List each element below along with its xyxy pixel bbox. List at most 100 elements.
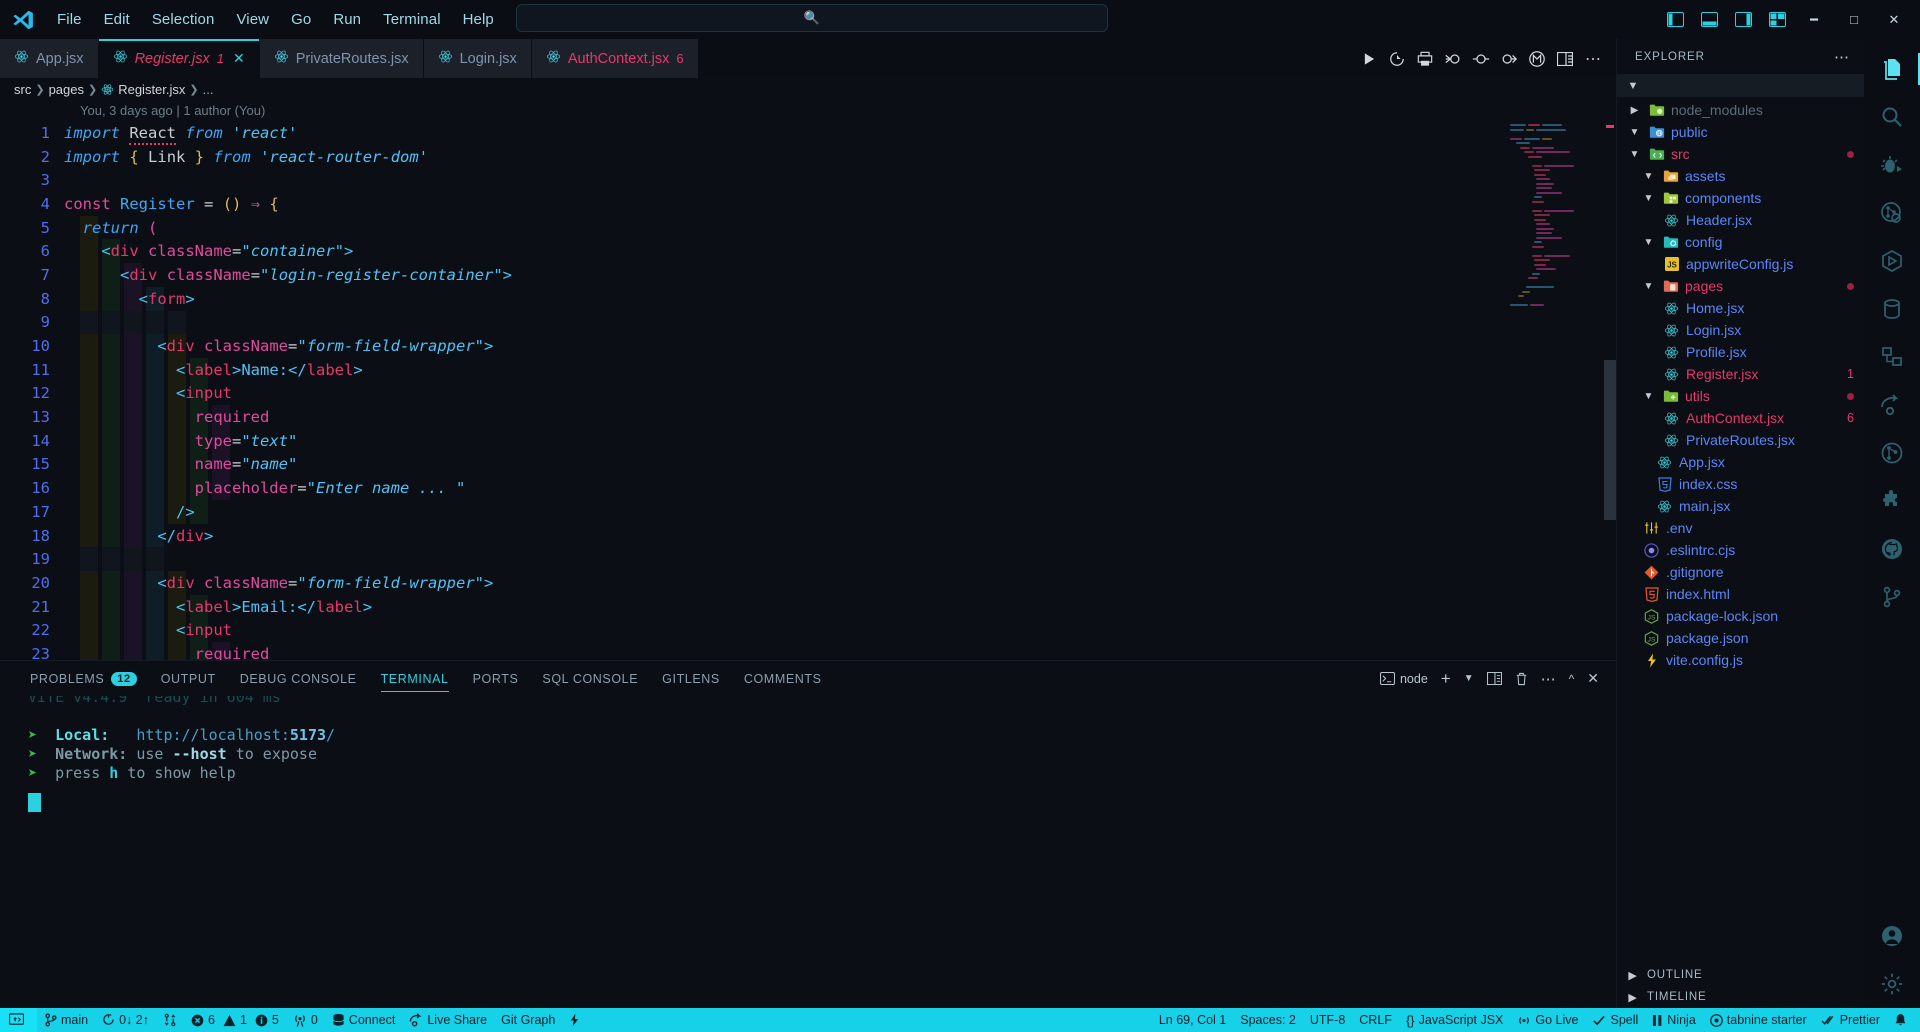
tabnine[interactable]: tabnine starter [1703, 1008, 1814, 1032]
chevron-right-icon[interactable]: ▶ [1625, 969, 1641, 982]
tree-item-main-jsx[interactable]: main.jsx [1617, 495, 1864, 517]
tree-item-app-jsx[interactable]: App.jsx [1617, 451, 1864, 473]
step-over-icon[interactable] [1468, 46, 1494, 72]
chevron-down-icon[interactable]: ▼ [1627, 127, 1642, 138]
breadcrumb-file[interactable]: Register.jsx [118, 82, 185, 97]
git-compare[interactable] [156, 1008, 184, 1032]
print-icon[interactable] [1412, 46, 1438, 72]
tree-item-index-html[interactable]: index.html [1617, 583, 1864, 605]
chevron-down-icon[interactable]: ▼ [1641, 193, 1656, 204]
info-count[interactable]: 5 [251, 1008, 286, 1032]
chevron-down-icon[interactable]: ▼ [1641, 171, 1656, 182]
menu-run[interactable]: Run [322, 7, 372, 32]
close-button[interactable]: ✕ [1876, 5, 1912, 35]
tab-privateroutes-jsx[interactable]: PrivateRoutes.jsx [259, 39, 424, 78]
tree-item-register-jsx[interactable]: Register.jsx 1 [1617, 363, 1864, 385]
step-into-icon[interactable] [1496, 46, 1522, 72]
run-history-icon[interactable] [1384, 46, 1410, 72]
editor-scrollbar[interactable] [1604, 360, 1616, 520]
debug-icon[interactable] [1524, 46, 1550, 72]
panel-tab-sql-console[interactable]: SQL CONSOLE [530, 661, 650, 696]
thunder-client[interactable] [562, 1008, 587, 1032]
sql-connect[interactable]: Connect [325, 1008, 403, 1032]
ports-count[interactable]: 0 [286, 1008, 325, 1032]
chevron-down-icon[interactable]: ▼ [1641, 237, 1656, 248]
tree-item-utils[interactable]: ▼ utils [1617, 385, 1864, 407]
tree-item-appwriteconfig-js[interactable]: JS appwriteConfig.js [1617, 253, 1864, 275]
chevron-up-icon[interactable]: ^ [1564, 667, 1580, 691]
toggle-secondary-sidebar-icon[interactable] [1728, 7, 1758, 33]
error-count[interactable]: 6 [184, 1008, 219, 1032]
terminal-local-url[interactable]: http://localhost: [136, 726, 290, 744]
files-explorer-icon[interactable] [1864, 45, 1920, 93]
split-terminal-icon[interactable] [1482, 667, 1507, 691]
live-share-icon[interactable] [1864, 381, 1920, 429]
breadcrumb-symbols[interactable]: ... [203, 82, 214, 97]
prettier[interactable]: Prettier [1814, 1008, 1887, 1032]
panel-tab-terminal[interactable]: TERMINAL [369, 661, 461, 696]
git-graph[interactable]: Git Graph [494, 1008, 562, 1032]
terminal-output[interactable]: VITE v4.4.9 ready in 604 ms ➤ Local: htt… [0, 696, 1616, 1008]
tree-item-package-lock-json[interactable]: JS package-lock.json [1617, 605, 1864, 627]
minimize-button[interactable]: ━ [1796, 5, 1832, 35]
trash-icon[interactable] [1510, 667, 1533, 691]
terminal-local-slash[interactable]: / [326, 726, 335, 744]
notifications[interactable] [1887, 1008, 1914, 1032]
ninja[interactable]: Ninja [1645, 1008, 1703, 1032]
go-live[interactable]: Go Live [1510, 1008, 1585, 1032]
github-icon[interactable] [1864, 525, 1920, 573]
eol[interactable]: CRLF [1352, 1008, 1399, 1032]
run-and-debug-icon[interactable] [1864, 141, 1920, 189]
step-back-icon[interactable] [1440, 46, 1466, 72]
chevron-down-icon[interactable]: ▼ [1641, 391, 1656, 402]
database-icon[interactable] [1864, 285, 1920, 333]
toggle-panel-icon[interactable] [1694, 7, 1724, 33]
menu-go[interactable]: Go [280, 7, 322, 32]
code-editor[interactable]: You, 3 days ago | 1 author (You) 1 impor… [0, 100, 1616, 660]
encoding[interactable]: UTF-8 [1303, 1008, 1352, 1032]
tree-item-eslintrc-cjs[interactable]: .eslintrc.cjs [1617, 539, 1864, 561]
tab-authcontext-jsx[interactable]: AuthContext.jsx 6 [531, 39, 699, 78]
tree-item-profile-jsx[interactable]: Profile.jsx [1617, 341, 1864, 363]
tree-item-config[interactable]: ▼ config [1617, 231, 1864, 253]
schema-icon[interactable] [1864, 333, 1920, 381]
tree-item-pages[interactable]: ▼ pages [1617, 275, 1864, 297]
menu-selection[interactable]: Selection [141, 7, 226, 32]
panel-tab-problems[interactable]: PROBLEMS 12 [18, 661, 149, 696]
source-control-icon[interactable] [1864, 429, 1920, 477]
menu-file[interactable]: File [46, 7, 93, 32]
menu-view[interactable]: View [225, 7, 280, 32]
tree-item-privateroutes-jsx[interactable]: PrivateRoutes.jsx [1617, 429, 1864, 451]
more-actions-icon[interactable]: ⋯ [1834, 48, 1850, 66]
menu-help[interactable]: Help [452, 7, 505, 32]
cursor-position[interactable]: Ln 69, Col 1 [1152, 1008, 1233, 1032]
terminal-scrollbar[interactable] [1604, 696, 1614, 1008]
tree-item-package-json[interactable]: JS package.json [1617, 627, 1864, 649]
gitlens-icon[interactable] [1864, 189, 1920, 237]
sync-changes[interactable]: 0↓ 2↑ [95, 1008, 156, 1032]
panel-tab-ports[interactable]: PORTS [461, 661, 531, 696]
panel-tab-comments[interactable]: COMMENTS [732, 661, 834, 696]
tab-app-jsx[interactable]: App.jsx [0, 39, 99, 78]
terminal-shell-selector[interactable]: node [1375, 667, 1433, 691]
tree-item-login-jsx[interactable]: Login.jsx [1617, 319, 1864, 341]
tree-item-authcontext-jsx[interactable]: AuthContext.jsx 6 [1617, 407, 1864, 429]
close-icon[interactable]: ✕ [233, 50, 245, 67]
tree-item-index-css[interactable]: index.css [1617, 473, 1864, 495]
tree-item-vite-config-js[interactable]: vite.config.js [1617, 649, 1864, 671]
tree-item-src[interactable]: ▼ src [1617, 143, 1864, 165]
minimap[interactable] [1510, 124, 1606, 306]
tree-item-assets[interactable]: ▼ assets [1617, 165, 1864, 187]
menu-terminal[interactable]: Terminal [372, 7, 451, 32]
menu-edit[interactable]: Edit [93, 7, 141, 32]
settings-gear-icon[interactable] [1864, 960, 1920, 1008]
chevron-down-icon[interactable]: ▼ [1641, 281, 1656, 292]
search-input[interactable]: 🔍 [516, 4, 1108, 32]
timeline-section[interactable]: ▶ TIMELINE [1617, 986, 1864, 1008]
tree-item-gitignore[interactable]: .gitignore [1617, 561, 1864, 583]
more-actions-icon[interactable]: ⋯ [1580, 46, 1606, 72]
terminal-local-port[interactable]: 5173 [290, 726, 326, 744]
tab-login-jsx[interactable]: Login.jsx [423, 39, 532, 78]
chevron-right-icon[interactable]: ▶ [1627, 105, 1642, 116]
tab-register-jsx[interactable]: Register.jsx 1 ✕ [98, 39, 260, 78]
